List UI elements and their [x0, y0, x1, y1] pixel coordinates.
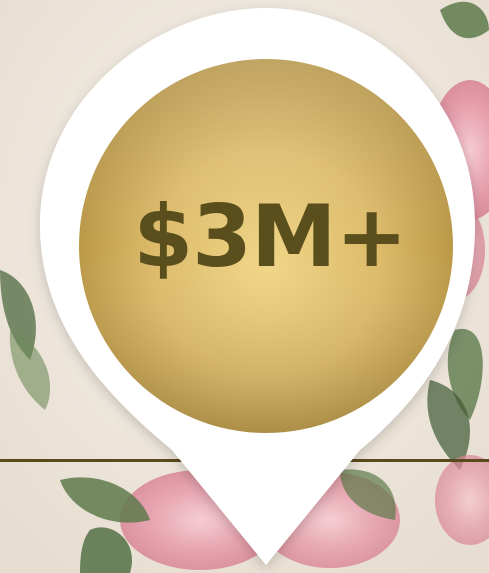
- stat-value: $3M+: [133, 187, 407, 287]
- stat-card: $3M+: [0, 0, 489, 573]
